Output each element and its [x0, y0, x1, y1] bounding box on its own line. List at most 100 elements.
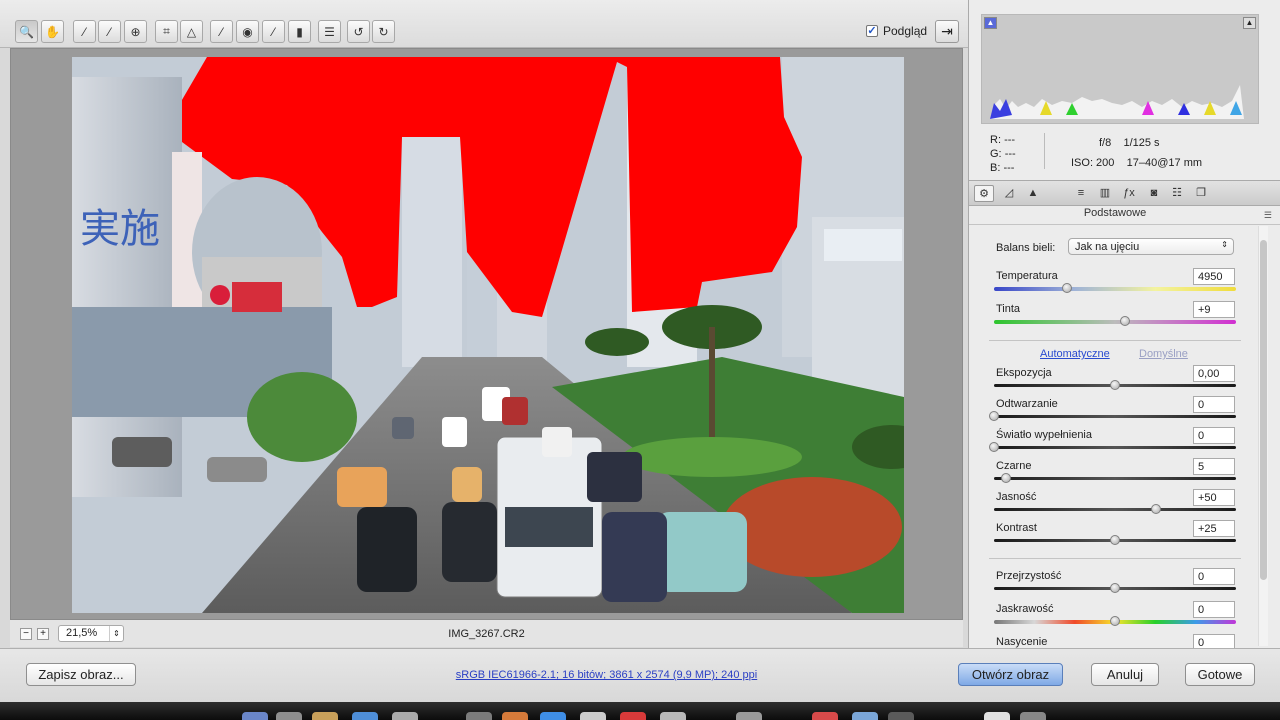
slider-value-input[interactable]: 5 — [1193, 458, 1235, 475]
slider-track[interactable] — [994, 504, 1236, 514]
dock-app-icon[interactable] — [502, 712, 528, 720]
slider-thumb[interactable] — [1110, 616, 1120, 626]
panel-scrollbar[interactable] — [1258, 226, 1268, 646]
hand-tool[interactable]: ✋ — [41, 20, 64, 43]
dock-app-icon[interactable] — [392, 712, 418, 720]
dock-app-icon[interactable] — [540, 712, 566, 720]
slider-value-input[interactable]: 4950 — [1193, 268, 1235, 285]
tab-detail[interactable]: ▲ — [1023, 185, 1043, 202]
dock-app-icon[interactable] — [984, 712, 1010, 720]
slider-value-input[interactable]: +9 — [1193, 301, 1235, 318]
white-balance-tool[interactable]: ⁄ — [73, 20, 96, 43]
dock — [0, 702, 1280, 720]
preview-checkbox[interactable]: ✓ — [866, 25, 878, 37]
tab-snapshots[interactable]: ❐ — [1191, 185, 1211, 202]
dock-app-icon[interactable] — [660, 712, 686, 720]
brush-icon: ⁄ — [272, 24, 275, 39]
default-link[interactable]: Domyślne — [1139, 348, 1188, 360]
photo-preview[interactable]: 実施 — [72, 57, 904, 613]
auto-link[interactable]: Automatyczne — [1040, 348, 1110, 360]
dock-app-icon[interactable] — [312, 712, 338, 720]
slider-value-input[interactable]: 0 — [1193, 396, 1235, 413]
tab-camera-calibration[interactable]: ◙ — [1144, 185, 1164, 202]
slider-label: Tinta — [996, 303, 1021, 315]
slider-thumb[interactable] — [1119, 316, 1130, 326]
slider-thumb[interactable] — [1001, 473, 1012, 483]
slider-track[interactable] — [994, 583, 1236, 593]
open-image-button[interactable]: Otwórz obraz — [958, 663, 1063, 686]
cancel-button[interactable]: Anuluj — [1091, 663, 1159, 686]
group-divider — [989, 340, 1241, 341]
red-eye-tool[interactable]: ◉ — [236, 20, 259, 43]
crop-tool[interactable]: ⌗ — [155, 20, 178, 43]
straighten-tool[interactable]: △ — [180, 20, 203, 43]
city-street-photo: 実施 — [72, 57, 904, 613]
slider-track[interactable] — [994, 283, 1236, 293]
slider-label: Światło wypełnienia — [996, 429, 1092, 441]
targeted-adjustment-tool[interactable]: ⊕ — [124, 20, 147, 43]
eyedropper-icon: ⁄ — [83, 24, 86, 39]
slider-thumb[interactable] — [1110, 535, 1120, 545]
slider-track[interactable] — [989, 411, 1236, 421]
spot-removal-tool[interactable]: ⁄ — [210, 20, 233, 43]
slider-thumb[interactable] — [989, 442, 999, 452]
slider-track[interactable] — [989, 442, 1236, 452]
red-eye-icon: ◉ — [242, 24, 253, 39]
dock-app-icon[interactable] — [352, 712, 378, 720]
dock-app-icon[interactable] — [852, 712, 878, 720]
slider-track[interactable] — [994, 380, 1236, 390]
slider-value-input[interactable]: +25 — [1193, 520, 1235, 537]
slider-value-input[interactable]: 0 — [1193, 427, 1235, 444]
slider-thumb[interactable] — [1061, 283, 1072, 293]
slider-value-input[interactable]: 0 — [1193, 601, 1235, 618]
tab-split-toning[interactable]: ▥ — [1095, 185, 1115, 202]
done-button[interactable]: Gotowe — [1185, 663, 1255, 686]
slider-value-input[interactable]: 0,00 — [1193, 365, 1235, 382]
adjustment-brush-tool[interactable]: ⁄ — [262, 20, 285, 43]
color-sampler-tool[interactable]: ⁄ — [98, 20, 121, 43]
dock-app-icon[interactable] — [1020, 712, 1046, 720]
preferences-tool[interactable]: ☰ — [318, 20, 341, 43]
tab-lens-corrections[interactable]: ƒx — [1119, 185, 1139, 202]
fullscreen-button[interactable]: ⇥ — [935, 20, 959, 43]
white-balance-select[interactable]: Jak na ujęciu ⇕ — [1068, 238, 1234, 255]
tab-tone-curve[interactable]: ◿ — [999, 185, 1019, 202]
dock-app-icon[interactable] — [580, 712, 606, 720]
white-balance-label: Balans bieli: — [996, 242, 1056, 254]
slider-thumb[interactable] — [1110, 583, 1120, 593]
scrollbar-thumb[interactable] — [1260, 240, 1267, 580]
rotate-ccw-tool[interactable]: ↺ — [347, 20, 370, 43]
slider-track[interactable] — [994, 316, 1236, 326]
dock-app-icon[interactable] — [888, 712, 914, 720]
slider-track[interactable] — [994, 616, 1236, 626]
target-icon: ⊕ — [130, 24, 141, 39]
dock-app-icon[interactable] — [466, 712, 492, 720]
tab-basic[interactable]: ⚙ — [974, 185, 994, 202]
dock-finder-icon[interactable] — [242, 712, 268, 720]
dock-app-icon[interactable] — [276, 712, 302, 720]
preview-toggle[interactable]: ✓ Podgląd — [866, 24, 927, 38]
slider-thumb[interactable] — [989, 411, 999, 421]
spot-removal-icon: ⁄ — [220, 24, 223, 39]
slider-value-input[interactable]: +50 — [1193, 489, 1235, 506]
b-label: B: — [990, 162, 1001, 174]
tab-hsl[interactable]: ≡ — [1071, 185, 1091, 202]
meta-divider — [1044, 133, 1045, 169]
tab-presets[interactable]: ☷ — [1167, 185, 1187, 202]
graduated-filter-tool[interactable]: ▮ — [288, 20, 311, 43]
dock-app-icon[interactable] — [812, 712, 838, 720]
zoom-tool[interactable]: 🔍 — [15, 20, 38, 43]
rotate-cw-tool[interactable]: ↻ — [372, 20, 395, 43]
slider-track[interactable] — [994, 535, 1236, 545]
g-value: --- — [1004, 148, 1016, 160]
panel-menu-icon[interactable]: ☰ — [1264, 210, 1272, 221]
gradient-icon: ▮ — [296, 24, 303, 39]
slider-thumb[interactable] — [1110, 380, 1120, 390]
slider-value-input[interactable]: 0 — [1193, 568, 1235, 585]
r-label: R: — [990, 134, 1001, 146]
slider-track[interactable] — [994, 473, 1236, 483]
dock-app-icon[interactable] — [620, 712, 646, 720]
slider-thumb[interactable] — [1151, 504, 1162, 514]
dock-app-icon[interactable] — [736, 712, 762, 720]
hand-icon: ✋ — [45, 24, 60, 39]
